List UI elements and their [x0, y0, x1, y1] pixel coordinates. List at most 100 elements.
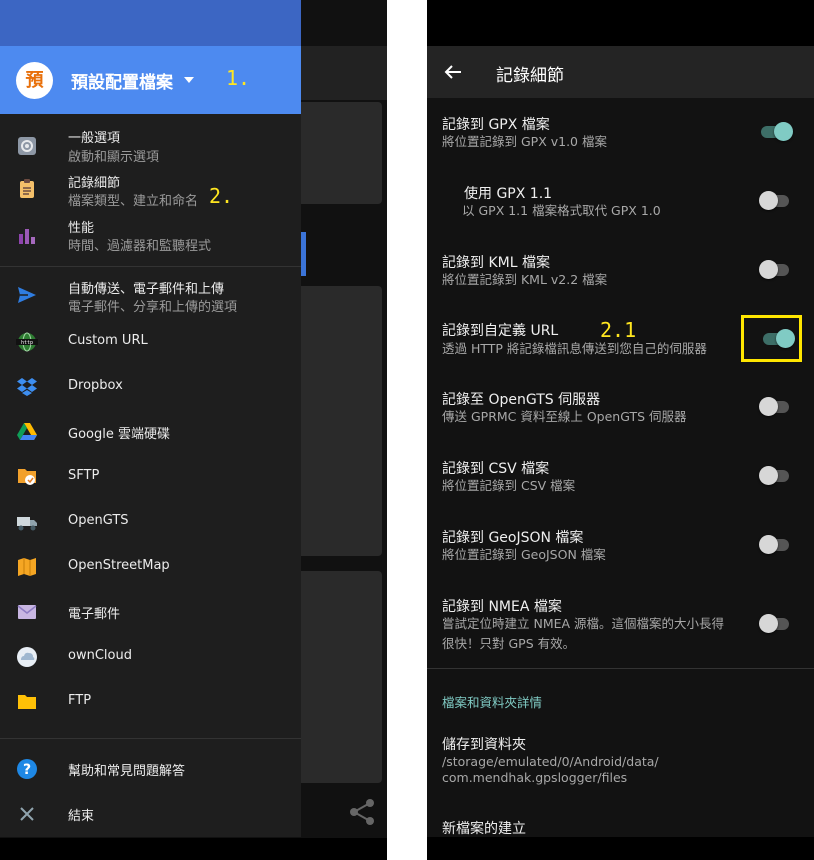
toggle-switch[interactable] — [759, 121, 795, 141]
pref-subtitle: 將位置記錄到 KML v2.2 檔案 — [442, 272, 608, 287]
nav-item-title: 結束 — [68, 809, 95, 824]
svg-text:?: ? — [23, 762, 31, 778]
pref-subtitle: 透過 HTTP 將記錄檔訊息傳送到您自己的伺服器 — [442, 341, 707, 356]
nav-item-openstreetmap[interactable]: OpenStreetMap — [0, 555, 301, 579]
nav-item-google-drive[interactable]: Google 雲端硬碟 — [0, 420, 301, 444]
profile-name[interactable]: 預設配置檔案 — [71, 68, 173, 93]
pref-title: 儲存到資料夾 — [442, 737, 526, 753]
nav-item-title: ownCloud — [68, 648, 132, 663]
send-icon — [18, 287, 36, 303]
pref-title: 記錄至 OpenGTS 伺服器 — [442, 392, 601, 408]
background-card — [292, 571, 382, 783]
envelope-icon — [17, 605, 37, 619]
nav-item-title: 自動傳送、電子郵件和上傳 — [68, 282, 225, 297]
background-card — [292, 102, 382, 204]
sftp-icon — [18, 469, 36, 485]
navigation-drawer: 預 預設配置檔案 1. 一般選項 啟動和顯示選項 記錄細節 檔案類型、建立和命名… — [0, 0, 301, 837]
nav-item-owncloud[interactable]: ownCloud — [0, 645, 301, 669]
nav-item-title: 幫助和常見問題解答 — [68, 764, 186, 779]
toggle-switch[interactable] — [759, 465, 795, 485]
divider — [0, 738, 301, 739]
nav-item-subtitle: 啟動和顯示選項 — [68, 150, 160, 165]
gear-icon — [18, 137, 36, 155]
nav-item-performance[interactable]: 性能 時間、過濾器和監聽程式 — [0, 215, 301, 257]
pref-title: 使用 GPX 1.1 — [464, 186, 553, 202]
pref-subtitle: 以 GPX 1.1 檔案格式取代 GPX 1.0 — [462, 203, 661, 218]
pref-subtitle: com.mendhak.gpslogger/files — [442, 770, 628, 785]
nav-item-auto-send[interactable]: 自動傳送、電子郵件和上傳 電子郵件、分享和上傳的選項 — [0, 276, 301, 318]
pref-subtitle: 傳送 GPRMC 資料至線上 OpenGTS 伺服器 — [442, 409, 687, 424]
truck-icon — [17, 517, 37, 531]
nav-item-title: 記錄細節 — [68, 176, 121, 191]
app-bar: 記錄細節 — [427, 46, 814, 98]
nav-item-help[interactable]: ? 幫助和常見問題解答 — [0, 757, 301, 781]
right-screen: 記錄細節 記錄到 GPX 檔案 將位置記錄到 GPX v1.0 檔案 使用 GP… — [427, 0, 814, 860]
toggle-switch[interactable] — [759, 396, 795, 416]
status-bar — [0, 0, 301, 46]
pref-subtitle: 很快！只對 GPS 有效。 — [442, 636, 576, 651]
pref-title: 新檔案的建立 — [442, 821, 526, 837]
nav-item-custom-url[interactable]: http Custom URL — [0, 330, 301, 354]
nav-item-title: FTP — [68, 693, 92, 708]
chevron-down-icon[interactable] — [184, 77, 194, 83]
dropbox-icon — [17, 378, 37, 396]
cloud-icon — [17, 647, 37, 667]
toggle-switch[interactable] — [759, 534, 795, 554]
nav-item-title: SFTP — [68, 468, 100, 483]
nav-item-sftp[interactable]: SFTP — [0, 465, 301, 489]
nav-item-title: Custom URL — [68, 333, 148, 348]
toggle-switch[interactable] — [759, 613, 795, 633]
google-drive-icon — [17, 423, 37, 440]
divider — [427, 668, 814, 669]
toggle-switch[interactable] — [759, 259, 795, 279]
nav-item-title: OpenStreetMap — [68, 558, 170, 573]
pref-title: 記錄到 CSV 檔案 — [442, 461, 550, 477]
profile-avatar: 預 — [16, 62, 53, 99]
annotation-label: 2. — [209, 184, 234, 208]
share-icon[interactable] — [346, 796, 378, 828]
nav-item-subtitle: 電子郵件、分享和上傳的選項 — [68, 300, 238, 315]
pref-title: 記錄到 GeoJSON 檔案 — [442, 530, 584, 546]
nav-item-title: Google 雲端硬碟 — [68, 427, 170, 442]
pref-subtitle: 將位置記錄到 GeoJSON 檔案 — [442, 547, 606, 562]
close-icon — [20, 807, 34, 821]
nav-bar-area — [0, 838, 387, 860]
nav-item-email[interactable]: 電子郵件 — [0, 600, 301, 624]
http-icon: http — [16, 332, 38, 352]
page-title: 記錄細節 — [496, 66, 564, 86]
nav-bar-area — [427, 837, 814, 860]
pref-title: 記錄到 KML 檔案 — [442, 255, 550, 271]
left-screen: 預 預設配置檔案 1. 一般選項 啟動和顯示選項 記錄細節 檔案類型、建立和命名… — [0, 0, 387, 860]
background-card — [292, 286, 382, 556]
help-icon: ? — [17, 759, 37, 779]
nav-item-general-options[interactable]: 一般選項 啟動和顯示選項 — [0, 124, 301, 166]
nav-item-subtitle: 檔案類型、建立和命名 — [68, 194, 199, 209]
clipboard-icon — [20, 179, 34, 198]
pref-title: 記錄到自定義 URL — [442, 323, 559, 339]
nav-item-exit[interactable]: 結束 — [0, 802, 301, 826]
nav-item-ftp[interactable]: FTP — [0, 690, 301, 714]
nav-item-dropbox[interactable]: Dropbox — [0, 375, 301, 399]
back-arrow-icon[interactable] — [443, 62, 463, 82]
nav-item-title: Dropbox — [68, 378, 123, 393]
nav-item-title: 性能 — [68, 221, 95, 236]
pref-subtitle: 嘗試定位時建立 NMEA 源檔。這個檔案的大小長得 — [442, 616, 725, 631]
nav-item-opengts[interactable]: OpenGTS — [0, 510, 301, 534]
nav-item-title: 電子郵件 — [68, 607, 121, 622]
pref-title: 記錄到 GPX 檔案 — [442, 117, 550, 133]
pref-subtitle: 將位置記錄到 GPX v1.0 檔案 — [442, 134, 607, 149]
pref-subtitle: 將位置記錄到 CSV 檔案 — [442, 478, 576, 493]
annotation-label: 1. — [226, 66, 251, 90]
svg-text:http: http — [21, 340, 33, 346]
bar-chart-icon — [19, 229, 35, 244]
nav-item-subtitle: 時間、過濾器和監聽程式 — [68, 239, 212, 254]
nav-item-logging-details[interactable]: 記錄細節 檔案類型、建立和命名 2. — [0, 170, 301, 212]
toggle-switch[interactable] — [759, 190, 795, 210]
pref-title: 記錄到 NMEA 檔案 — [442, 599, 562, 615]
highlight-box — [741, 315, 802, 362]
folder-icon — [18, 695, 36, 709]
divider — [0, 266, 301, 267]
section-header: 檔案和資料夾詳情 — [442, 695, 543, 710]
map-icon — [18, 558, 36, 576]
profile-header[interactable]: 預 預設配置檔案 1. — [0, 46, 301, 114]
